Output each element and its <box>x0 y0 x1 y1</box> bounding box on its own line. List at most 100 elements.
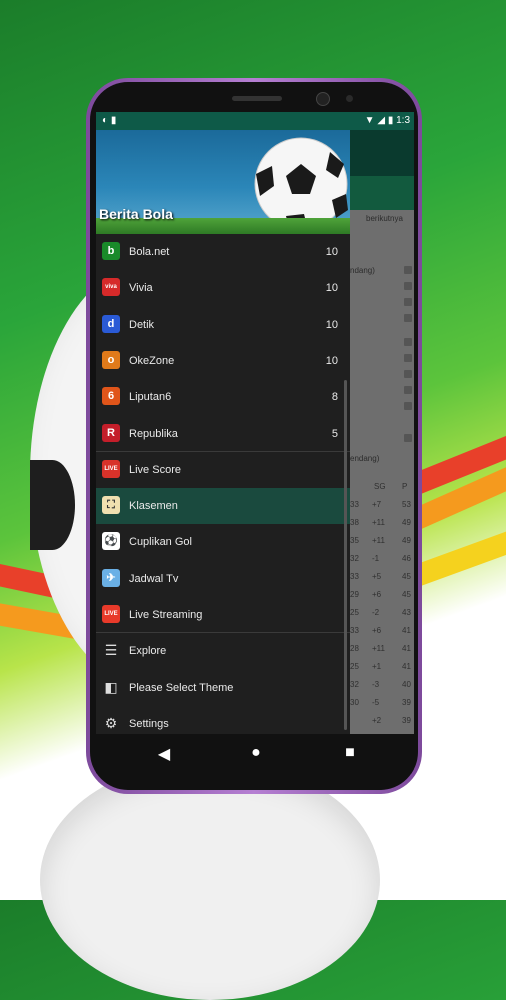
app-toggle <box>404 434 412 442</box>
menu-item-label: Live Score <box>129 463 181 476</box>
table-row: +5 45 33 <box>350 572 412 584</box>
menu-item-count: 10 <box>325 282 338 295</box>
table-row: +11 49 35 <box>350 536 412 548</box>
app-toggle <box>404 370 412 378</box>
menu-item-icon: ◧ <box>104 678 118 695</box>
menu-item[interactable]: R Republika 5 <box>96 416 350 452</box>
menu-item-label: Detik <box>129 318 155 331</box>
recent-apps-button[interactable]: ■ <box>338 744 362 762</box>
menu-item-icon: ✈ <box>102 568 120 587</box>
played: 25 <box>350 608 359 617</box>
table-row: -5 39 30 <box>350 698 412 710</box>
menu-item[interactable]: LIVE Live Streaming <box>96 597 350 633</box>
goal-difference: +7 <box>372 500 382 509</box>
phone-body: ◐ ▮ ▼ ◢ ▮ 1:3 berikutnya ndang) endang) <box>90 82 418 790</box>
menu-item[interactable]: ⛶ Klasemen <box>96 488 350 525</box>
navigation-bar: ◀ ● ■ <box>96 734 414 774</box>
menu-item-label: Vivia <box>129 282 153 295</box>
menu-item-icon: R <box>102 423 120 442</box>
table-row: +11 41 28 <box>350 644 412 656</box>
app-tab-next: berikutnya <box>366 214 403 223</box>
points: 40 <box>402 680 411 689</box>
table-row: +6 41 33 <box>350 626 412 638</box>
played: 30 <box>350 698 359 707</box>
menu-item-icon: d <box>102 314 120 333</box>
drawer-scrollbar[interactable] <box>344 380 347 730</box>
menu-item[interactable]: ✈ Jadwal Tv <box>96 561 350 597</box>
played: 32 <box>350 680 359 689</box>
menu-item-icon: ⛶ <box>102 496 120 515</box>
app-group-label: ndang) <box>350 266 375 275</box>
table-row: +6 45 29 <box>350 590 412 602</box>
phone-frame: ◐ ▮ ▼ ◢ ▮ 1:3 berikutnya ndang) endang) <box>86 78 422 794</box>
menu-item-label: Explore <box>129 645 167 658</box>
col-header-p: P <box>402 482 408 491</box>
app-toggle <box>404 338 412 346</box>
points: 53 <box>402 500 411 509</box>
goal-difference: +2 <box>372 716 382 725</box>
menu-item-icon: o <box>102 350 120 369</box>
menu-item-label: Cuplikan Gol <box>129 536 192 549</box>
app-toggle <box>404 386 412 394</box>
played: 25 <box>350 662 359 671</box>
menu-item-icon: ⚽ <box>102 532 120 551</box>
goal-difference: +11 <box>372 518 385 527</box>
points: 41 <box>402 626 411 635</box>
menu-item[interactable]: ⚙ Settings <box>96 706 350 734</box>
screen: ◐ ▮ ▼ ◢ ▮ 1:3 berikutnya ndang) endang) <box>96 112 414 734</box>
played: 32 <box>350 554 359 563</box>
played: 28 <box>350 644 359 653</box>
menu-item-label: Klasemen <box>129 500 178 513</box>
played: 38 <box>350 518 359 527</box>
points: 46 <box>402 554 411 563</box>
menu-item[interactable]: 6 Liputan6 8 <box>96 379 350 415</box>
menu-item-label: Bola.net <box>129 246 170 258</box>
menu-item[interactable]: ☰ Explore <box>96 633 350 669</box>
menu-item-count: 5 <box>331 427 338 440</box>
phone-camera <box>316 92 330 106</box>
points: 41 <box>402 662 411 671</box>
menu-item-label: Republika <box>129 427 178 440</box>
home-button[interactable]: ● <box>244 744 268 762</box>
phone-sensor <box>346 95 353 102</box>
goal-difference: +5 <box>372 572 382 581</box>
goal-difference: +11 <box>372 644 385 653</box>
menu-item[interactable]: viva Vivia 10 <box>96 270 350 306</box>
menu-item-count: 10 <box>325 354 338 367</box>
menu-item-label: Settings <box>129 717 169 730</box>
table-row: -2 43 25 <box>350 608 412 620</box>
points: 43 <box>402 608 411 617</box>
table-row: +7 53 33 <box>350 500 412 512</box>
menu-item[interactable]: LIVE Live Score <box>96 452 350 488</box>
played: 33 <box>350 572 359 581</box>
points: 39 <box>402 716 411 725</box>
table-header-row: SG P <box>356 482 412 494</box>
table-row: +1 41 25 <box>350 662 412 674</box>
menu-item-icon: ☰ <box>104 642 118 659</box>
menu-item[interactable]: b Bola.net 10 <box>96 234 350 270</box>
menu-item-icon: b <box>102 242 120 260</box>
menu-item-icon: LIVE <box>102 605 120 623</box>
goal-difference: -2 <box>372 608 380 617</box>
table-row: +11 49 38 <box>350 518 412 530</box>
menu-item-label: Please Select Theme <box>129 681 234 694</box>
app-toggle <box>404 314 412 322</box>
drawer-header: Berita Bola <box>96 130 350 234</box>
goal-difference: +11 <box>372 536 385 545</box>
menu-item[interactable]: ◧ Please Select Theme <box>96 670 350 706</box>
status-left-icons: ◐ ▮ <box>102 115 117 126</box>
menu-item-count: 10 <box>325 318 338 331</box>
goal-difference: -1 <box>372 554 380 563</box>
menu-item[interactable]: ⚽ Cuplikan Gol <box>96 524 350 560</box>
menu-item[interactable]: d Detik 10 <box>96 307 350 343</box>
goal-difference: -3 <box>372 680 380 689</box>
status-right-icons: ▼ ◢ ▮ 1:3 <box>364 115 410 126</box>
app-toggle <box>404 266 412 274</box>
menu-item[interactable]: o OkeZone 10 <box>96 343 350 379</box>
table-row: -1 46 32 <box>350 554 412 566</box>
back-button[interactable]: ◀ <box>152 744 176 764</box>
played: 33 <box>350 500 359 509</box>
goal-difference: +1 <box>372 662 382 671</box>
goal-difference: -5 <box>372 698 380 707</box>
menu-item-icon: LIVE <box>102 459 120 478</box>
